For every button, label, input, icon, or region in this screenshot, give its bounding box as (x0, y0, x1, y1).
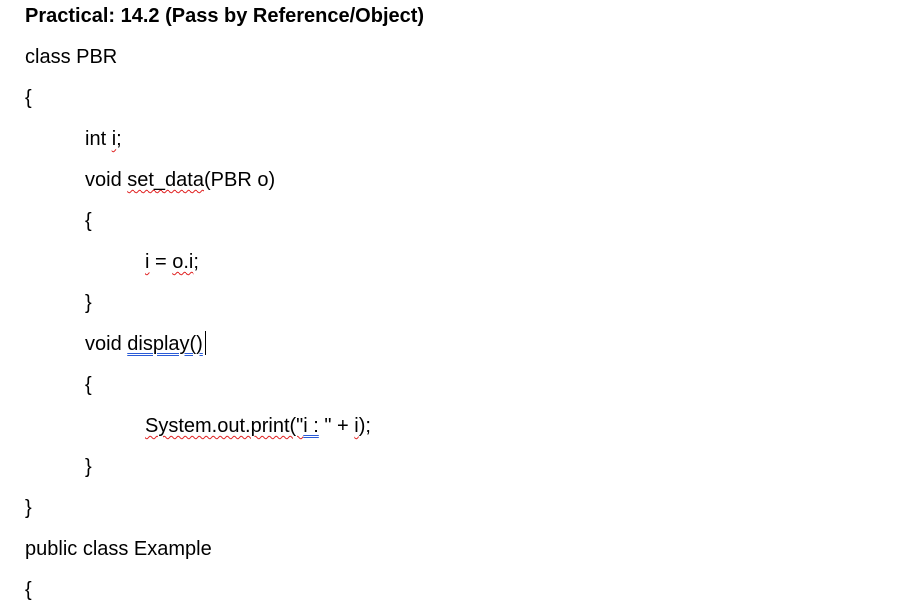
code-text: ; (193, 251, 199, 273)
code-text: void (85, 333, 128, 355)
document-title: Practical: 14.2 (Pass by Reference/Objec… (25, 5, 425, 27)
spelling-error-text: System.out.print(" (145, 415, 304, 437)
code-text: ); (358, 415, 371, 437)
spelling-error-text: o.i (172, 251, 194, 273)
code-line: public class Example (25, 538, 212, 560)
document-page[interactable]: Practical: 14.2 (Pass by Reference/Objec… (0, 0, 922, 611)
grammar-error-text: i : (303, 415, 319, 437)
code-line: } (25, 497, 32, 519)
code-line: { (25, 579, 32, 601)
code-text: int (85, 128, 112, 150)
code-line: { (85, 210, 92, 232)
grammar-error-text: display() (127, 333, 203, 355)
code-text: (PBR o) (203, 169, 276, 191)
code-line: } (85, 292, 92, 314)
code-text: = (149, 251, 173, 273)
code-line: { (25, 87, 32, 109)
text-cursor (204, 331, 206, 355)
code-text: ; (116, 128, 122, 150)
code-line: void display() (85, 331, 206, 357)
code-text: " + (318, 415, 355, 437)
code-line: void set_data(PBR o) (85, 167, 275, 193)
code-text: void (85, 169, 128, 191)
code-line: int i; (85, 126, 122, 152)
code-line: i = o.i; (145, 249, 199, 275)
code-line: { (85, 374, 92, 396)
code-line: } (85, 456, 92, 478)
code-line: System.out.print("i : " + i); (145, 413, 371, 439)
spelling-error-text: set_data (127, 169, 204, 191)
code-line: class PBR (25, 46, 118, 68)
